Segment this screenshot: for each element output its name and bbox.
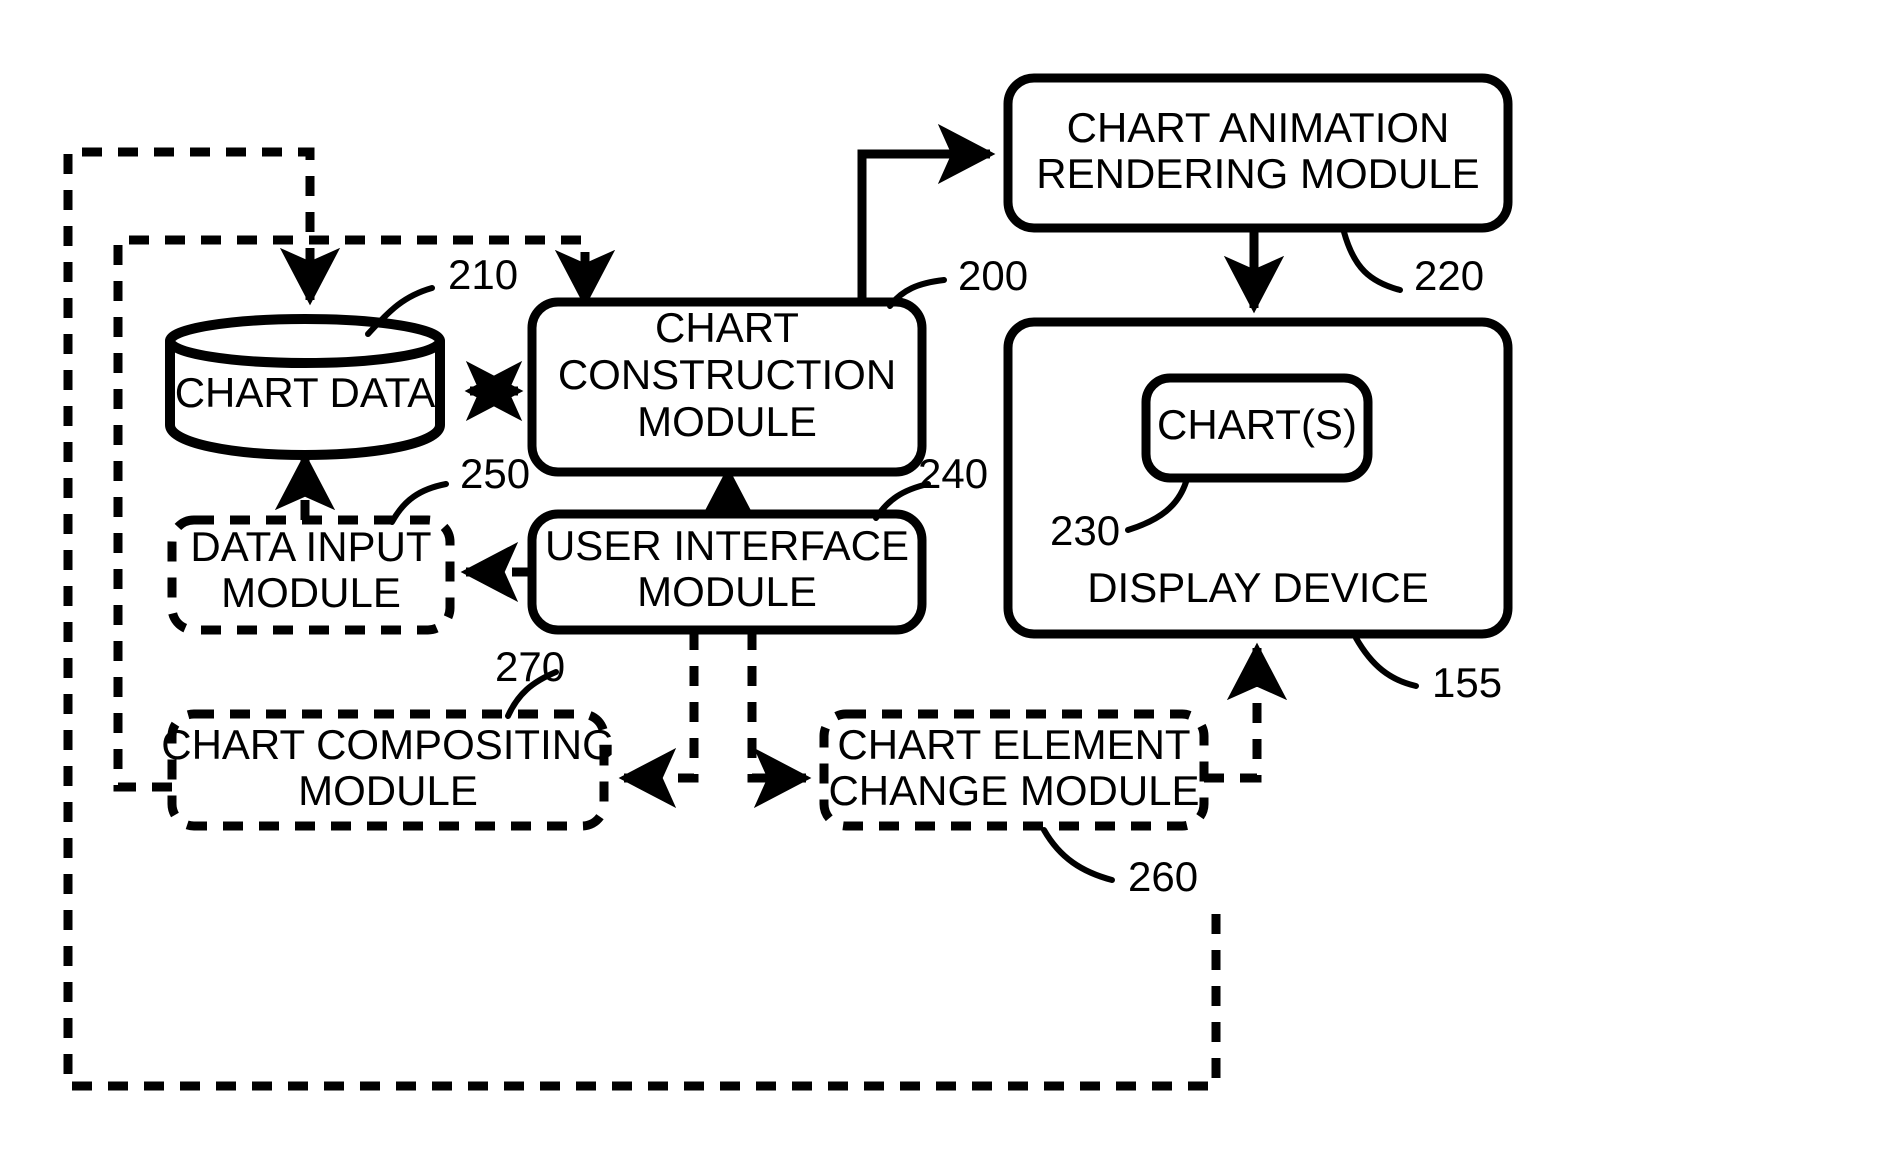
- display-device-label: DISPLAY DEVICE: [1087, 564, 1429, 611]
- chart-element-change-module-label-2: CHANGE MODULE: [828, 767, 1199, 814]
- node-data-input-module[interactable]: DATA INPUT MODULE: [167, 515, 455, 635]
- figure-canvas: CHART ANIMATION RENDERING MODULE 220 CHA…: [0, 0, 1894, 1162]
- data-input-module-label-1: DATA INPUT: [190, 523, 431, 570]
- user-interface-module-label-2: MODULE: [637, 568, 817, 615]
- ref-numeral-270: 270: [495, 643, 565, 690]
- node-chart-construction-module[interactable]: CHART CONSTRUCTION MODULE: [527, 297, 927, 477]
- chart-data-cylinder-top: [165, 314, 445, 368]
- chart-animation-rendering-module-label-1: CHART ANIMATION: [1067, 104, 1450, 151]
- chart-construction-module-label-3: MODULE: [637, 398, 817, 445]
- ref-200-group: 200: [887, 252, 1028, 309]
- ref-155-group: 155: [1353, 635, 1502, 706]
- chart-animation-rendering-module-label-2: RENDERING MODULE: [1036, 150, 1479, 197]
- user-interface-module-label-1: USER INTERFACE: [545, 522, 909, 569]
- chart-compositing-module-label-1: CHART COMPOSITING: [161, 721, 615, 768]
- ref-numeral-210: 210: [448, 251, 518, 298]
- ref-numeral-220: 220: [1414, 252, 1484, 299]
- connector-ui-to-chart-element-change: [747, 630, 812, 809]
- node-chart-element-change-module[interactable]: CHART ELEMENT CHANGE MODULE: [819, 709, 1209, 831]
- chart-data-label: CHART DATA: [175, 369, 436, 416]
- ref-270-group: 270: [495, 643, 565, 719]
- ref-numeral-230: 230: [1050, 507, 1120, 554]
- ref-numeral-155: 155: [1432, 659, 1502, 706]
- ref-260-group: 260: [1041, 827, 1198, 900]
- connector-chart-element-change-to-display: [1204, 642, 1288, 783]
- chart-element-change-module-label-1: CHART ELEMENT: [837, 721, 1190, 768]
- chart-compositing-module-label-2: MODULE: [298, 767, 478, 814]
- connector-ui-to-chart-compositing: [618, 630, 699, 809]
- block-diagram-svg: CHART ANIMATION RENDERING MODULE 220 CHA…: [63, 73, 1513, 1091]
- ref-numeral-200: 200: [958, 252, 1028, 299]
- ref-220-group: 220: [1341, 229, 1484, 299]
- ref-numeral-240: 240: [918, 450, 988, 497]
- node-chart-compositing-module[interactable]: CHART COMPOSITING MODULE: [161, 709, 615, 831]
- ref-250-group: 250: [389, 450, 530, 525]
- node-user-interface-module[interactable]: USER INTERFACE MODULE: [527, 509, 927, 635]
- node-display-device[interactable]: DISPLAY DEVICE CHART(S): [1003, 317, 1513, 639]
- charts-label: CHART(S): [1157, 401, 1357, 448]
- ref-numeral-250: 250: [460, 450, 530, 497]
- ref-numeral-260: 260: [1128, 853, 1198, 900]
- node-chart-animation-rendering-module[interactable]: CHART ANIMATION RENDERING MODULE: [1003, 73, 1513, 233]
- chart-construction-module-label-2: CONSTRUCTION: [558, 351, 896, 398]
- chart-construction-module-label-1: CHART: [655, 304, 799, 351]
- node-chart-data[interactable]: CHART DATA: [165, 314, 445, 460]
- data-input-module-label-2: MODULE: [221, 569, 401, 616]
